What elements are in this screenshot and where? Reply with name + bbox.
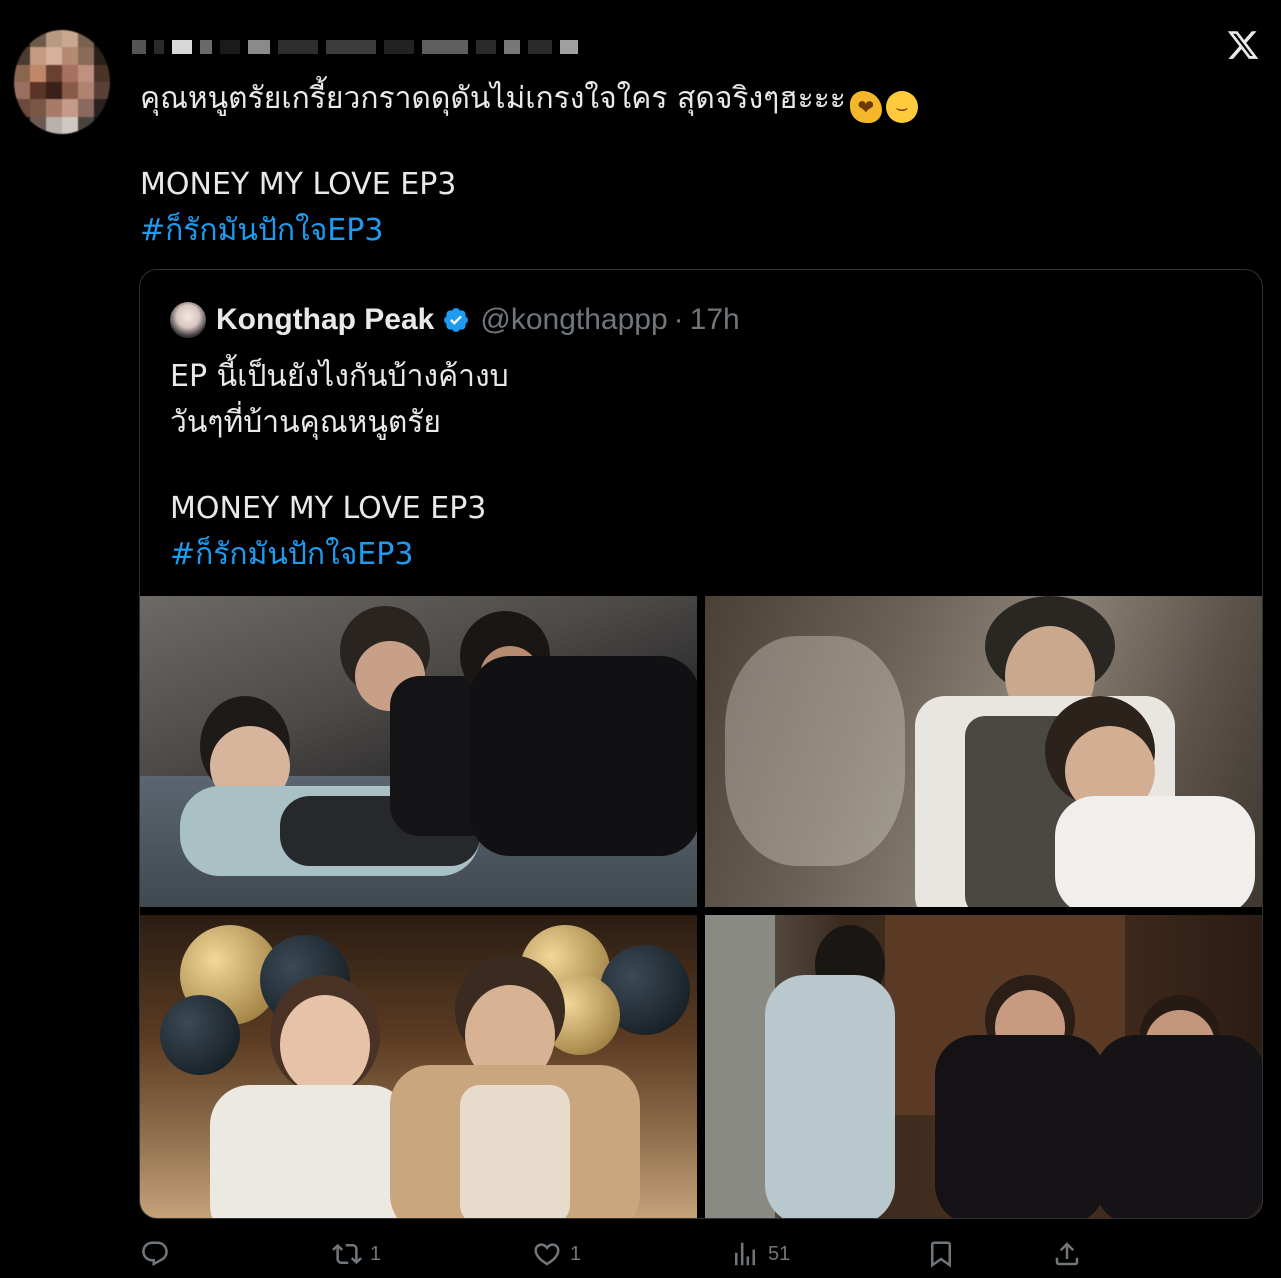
grinning-squinting-face-icon: ⌣ bbox=[885, 91, 918, 123]
reply-button[interactable] bbox=[140, 1236, 178, 1272]
retweet-button[interactable]: 1 bbox=[332, 1236, 381, 1272]
retweet-count: 1 bbox=[370, 1242, 382, 1265]
media-photo-1[interactable] bbox=[140, 596, 697, 907]
quoted-tweet-header: Kongthap Peak @kongthappp · 17h bbox=[170, 300, 740, 340]
quoted-timestamp[interactable]: 17h bbox=[690, 303, 740, 337]
quoted-author-handle[interactable]: @kongthappp bbox=[480, 303, 667, 337]
quoted-hashtag-link[interactable]: #ก็รักมันปักใจEP3 bbox=[170, 532, 509, 578]
tweet-action-bar: 1 1 51 bbox=[140, 1236, 1260, 1272]
media-photo-2[interactable] bbox=[705, 596, 1262, 907]
tweet-text: คุณหนูตรัยเกรี้ยวกราดดุดันไม่เกรงใจใคร ส… bbox=[140, 76, 1220, 254]
media-photo-3[interactable] bbox=[140, 915, 697, 1218]
quoted-text-line-3: MONEY MY LOVE EP3 bbox=[170, 491, 487, 526]
tweet-text-line-1: คุณหนูตรัยเกรี้ยวกราดดุดันไม่เกรงใจใคร ส… bbox=[140, 81, 846, 116]
flexed-biceps-icon: ❤ bbox=[849, 91, 882, 123]
quoted-tweet-text: EP นี้เป็นยังไงกันบ้างค้างบ วันๆที่บ้านค… bbox=[170, 354, 509, 578]
quoted-avatar[interactable] bbox=[170, 302, 206, 338]
retweet-icon bbox=[332, 1243, 362, 1265]
quoted-text-line-1: EP นี้เป็นยังไงกันบ้างค้างบ bbox=[170, 359, 509, 394]
media-grid bbox=[140, 596, 1262, 1218]
separator-dot: · bbox=[673, 303, 684, 336]
share-icon bbox=[1055, 1242, 1079, 1266]
avatar[interactable] bbox=[14, 30, 110, 134]
media-photo-4[interactable] bbox=[705, 915, 1262, 1218]
like-icon bbox=[534, 1243, 560, 1266]
tweet-hashtag-link[interactable]: #ก็รักมันปักใจEP3 bbox=[140, 208, 1220, 254]
quoted-text-line-2: วันๆที่บ้านคุณหนูตรัย bbox=[170, 405, 441, 440]
bookmark-icon bbox=[931, 1241, 951, 1268]
views-icon bbox=[735, 1242, 755, 1266]
tweet-text-line-2: MONEY MY LOVE EP3 bbox=[140, 167, 457, 202]
x-logo-icon[interactable] bbox=[1226, 28, 1260, 62]
author-name-redacted[interactable] bbox=[132, 38, 578, 56]
bookmark-button[interactable] bbox=[926, 1236, 956, 1272]
quoted-author-name[interactable]: Kongthap Peak bbox=[216, 303, 434, 337]
reply-icon bbox=[142, 1241, 168, 1267]
like-button[interactable]: 1 bbox=[532, 1236, 581, 1272]
verified-badge-icon bbox=[444, 308, 469, 332]
views-button[interactable]: 51 bbox=[730, 1236, 790, 1272]
views-count: 51 bbox=[768, 1242, 791, 1265]
quoted-tweet-card[interactable]: Kongthap Peak @kongthappp · 17h EP นี้เป… bbox=[139, 269, 1263, 1219]
share-button[interactable] bbox=[1052, 1236, 1082, 1272]
like-count: 1 bbox=[570, 1242, 582, 1265]
